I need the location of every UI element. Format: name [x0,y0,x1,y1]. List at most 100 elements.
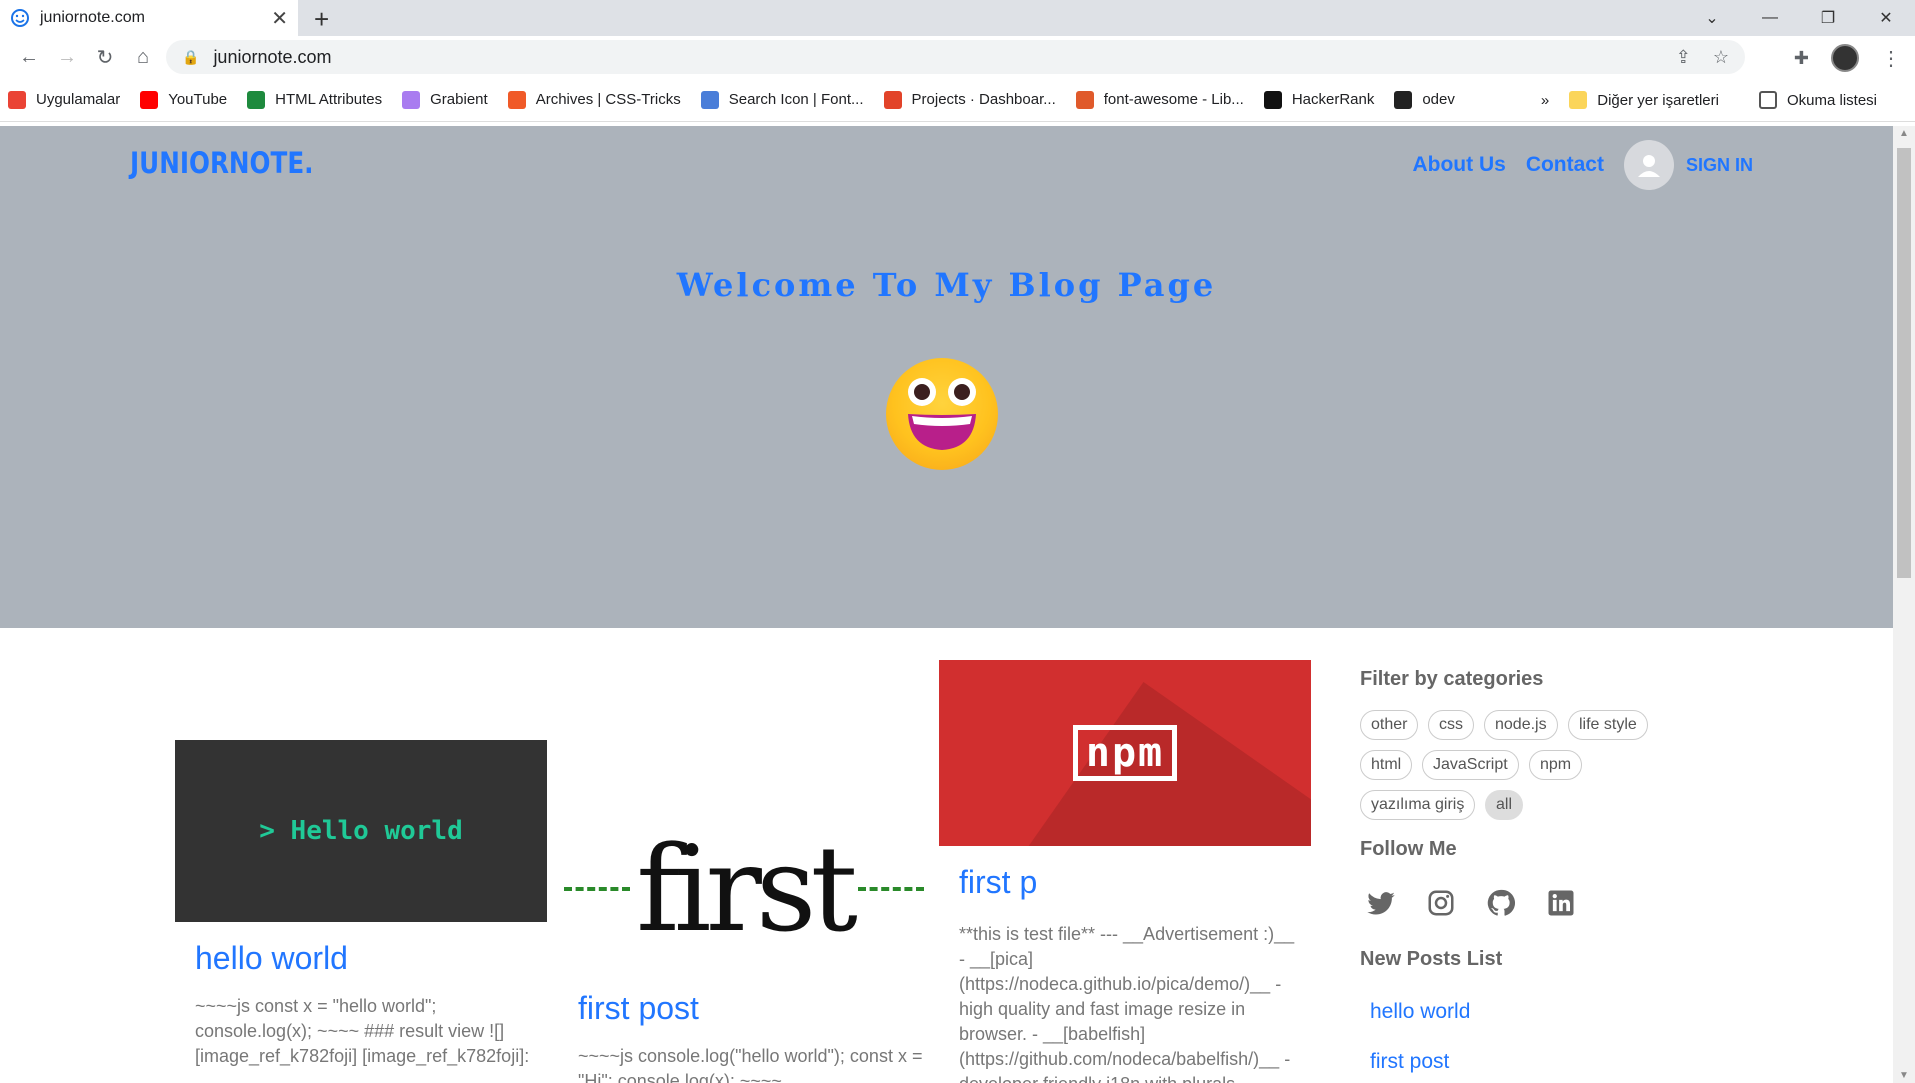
bookmark-favicon-icon [247,90,266,109]
bookmark-favicon-icon [8,90,26,109]
tab-title: juniornote.com [40,9,145,26]
bookmark-star-icon[interactable]: ☆ [1713,47,1729,68]
post-excerpt: ~~~~js const x = "hello world"; console.… [195,996,530,1066]
bookmark-label: Search Icon | Font... [728,91,864,108]
category-chip[interactable]: JavaScript [1422,750,1519,780]
bookmark-item[interactable]: Grabient [402,90,488,109]
linkedin-icon[interactable] [1546,888,1576,918]
filter-heading: Filter by categories [1360,668,1544,690]
bookmark-label: Grabient [430,91,488,108]
post-title[interactable]: hello world [195,940,348,977]
profile-avatar[interactable] [1831,44,1859,72]
post-title[interactable]: first p [959,864,1037,901]
reading-list[interactable]: Okuma listesi [1758,91,1877,109]
minimize-icon[interactable]: — [1741,0,1799,36]
category-chip[interactable]: html [1360,750,1413,780]
browser-tab-strip: juniornote.com ✕ + ⌄ — ❐ ✕ [0,0,1915,36]
new-post-link[interactable]: hello world [1370,1000,1470,1024]
bookmark-favicon-icon [883,90,902,109]
folder-icon [1569,91,1588,109]
github-icon[interactable] [1486,888,1516,918]
bookmark-label: HackerRank [1291,91,1375,108]
bookmark-item[interactable]: Projects · Dashboar... [883,90,1056,109]
restore-icon[interactable]: ❐ [1799,0,1857,36]
sign-in-link[interactable]: SIGN IN [1686,155,1753,176]
forward-icon[interactable]: → [48,46,86,69]
menu-icon[interactable]: ⋮ [1881,46,1901,71]
page-viewport: JUNIORNOTE. About Us Contact SIGN IN Wel… [0,126,1893,1083]
post-title[interactable]: first post [578,990,699,1027]
bookmark-favicon-icon [1394,90,1413,109]
bookmark-item[interactable]: HTML Attributes [247,90,383,109]
bookmark-item[interactable]: odev [1394,90,1455,109]
bookmark-label: Archives | CSS-Tricks [535,91,681,108]
scroll-down-icon[interactable]: ▼ [1899,1070,1909,1081]
scroll-up-icon[interactable]: ▲ [1899,128,1909,139]
user-avatar-icon[interactable] [1623,140,1674,190]
window-controls: ⌄ — ❐ ✕ [1683,0,1915,36]
page-scrollbar[interactable]: ▲ ▼ [1893,126,1915,1083]
category-chip[interactable]: npm [1529,750,1583,780]
browser-toolbar: ← → ↻ ⌂ 🔒 juniornote.com ⇪ ☆ ✚ ⋮ [0,36,1915,78]
other-bookmarks[interactable]: Diğer yer işaretleri [1569,91,1719,109]
bookmarks-more-button[interactable]: » [1541,92,1549,109]
bookmarks-bar: Uygulamalar YouTube HTML Attributes Grabien… [0,78,1915,122]
bookmark-label: odev [1422,91,1455,108]
twitter-icon[interactable] [1366,888,1396,918]
contact-link[interactable]: Contact [1526,153,1604,177]
bookmark-favicon-icon [700,90,719,109]
reload-icon[interactable]: ↻ [86,45,124,70]
category-chip[interactable]: node.js [1484,710,1558,740]
address-bar[interactable]: 🔒 juniornote.com ⇪ ☆ [166,40,1745,74]
tab-search-icon[interactable]: ⌄ [1683,0,1741,36]
bookmark-label: font-awesome - Lib... [1103,91,1244,108]
bookmark-item[interactable]: Archives | CSS-Tricks [507,90,681,109]
dashed-line-right [857,887,925,891]
lock-icon: 🔒 [182,48,200,65]
url-text: juniornote.com [213,46,332,67]
smiley-favicon-icon [11,9,29,27]
bookmark-item[interactable]: HackerRank [1263,90,1375,109]
category-chip[interactable]: css [1428,710,1474,740]
new-posts-heading: New Posts List [1360,948,1503,970]
category-chip[interactable]: yazılıma giriş [1360,790,1476,820]
hero-title: Welcome To My Blog Page [676,266,1217,304]
category-chip[interactable]: life style [1568,710,1648,740]
category-chip[interactable]: other [1360,710,1419,740]
bookmark-item[interactable]: YouTube [140,90,228,109]
bookmark-favicon-icon [1263,90,1282,109]
browser-tab[interactable]: juniornote.com ✕ [0,0,298,36]
bookmark-item[interactable]: Uygulamalar [8,90,121,109]
home-icon[interactable]: ⌂ [124,46,162,69]
post-thumbnail: > Hello world [175,740,547,922]
bookmark-favicon-icon [507,90,526,109]
new-tab-button[interactable]: + [314,4,329,35]
bookmark-label: YouTube [168,91,228,108]
bookmark-favicon-icon [402,90,421,109]
scrollbar-thumb[interactable] [1897,148,1911,578]
follow-heading: Follow Me [1360,838,1457,860]
instagram-icon[interactable] [1426,888,1456,918]
content-section: > Hello world hello world ~~~~js const x… [0,628,1893,1083]
post-excerpt: **this is test file** --- __Advertisemen… [959,924,1295,1083]
tab-close-icon[interactable]: ✕ [271,6,288,31]
grinning-face-icon [886,358,998,470]
new-post-link[interactable]: first post [1370,1050,1449,1074]
bookmark-label: HTML Attributes [275,91,383,108]
close-window-icon[interactable]: ✕ [1857,0,1915,36]
back-icon[interactable]: ← [10,46,48,69]
category-chip[interactable]: all [1485,790,1524,820]
post-excerpt: ~~~~js console.log("hello world"); const… [578,1046,923,1083]
bookmark-favicon-icon [140,90,159,109]
bookmark-favicon-icon [1075,90,1094,109]
bookmark-item[interactable]: Search Icon | Font... [700,90,864,109]
extensions-icon[interactable]: ✚ [1794,48,1809,69]
bookmark-label: Uygulamalar [36,91,121,108]
bookmark-item[interactable]: font-awesome - Lib... [1075,90,1244,109]
site-logo[interactable]: JUNIORNOTE. [130,146,314,180]
share-icon[interactable]: ⇪ [1676,47,1691,68]
reading-list-icon [1758,91,1777,109]
hero-section: JUNIORNOTE. About Us Contact SIGN IN Wel… [0,126,1893,628]
bookmark-label: Projects · Dashboar... [911,91,1056,108]
about-link[interactable]: About Us [1412,153,1505,177]
